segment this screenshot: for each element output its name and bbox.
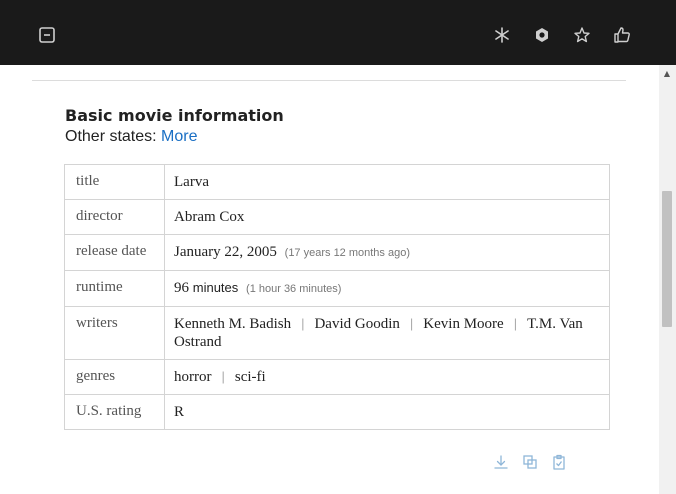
- writer: Kenneth M. Badish: [174, 316, 292, 332]
- separator: |: [409, 316, 414, 331]
- title-value: Larva: [164, 164, 610, 200]
- states-prefix: Other states:: [65, 128, 157, 145]
- runtime-cell: 96 minutes (1 hour 36 minutes): [164, 270, 610, 307]
- release-date-note: (17 years 12 months ago): [284, 247, 411, 259]
- scroll-up-icon[interactable]: ▲: [662, 68, 672, 78]
- row-key: title: [64, 164, 165, 200]
- table-row: writers Kenneth M. Badish | David Goodin | K…: [64, 306, 610, 360]
- release-date-cell: January 22, 2005 (17 years 12 months ago…: [164, 234, 610, 271]
- runtime-value: 96: [174, 280, 189, 296]
- row-key: director: [64, 199, 165, 235]
- table-row: U.S. rating R: [64, 394, 610, 430]
- writer: Kevin Moore: [423, 316, 504, 332]
- other-states: Other states: More: [65, 128, 198, 146]
- row-key: U.S. rating: [64, 394, 165, 430]
- writers-cell: Kenneth M. Badish | David Goodin | Kevin Moo…: [164, 306, 610, 360]
- section-heading: Basic movie information: [65, 106, 284, 125]
- release-date-value: January 22, 2005: [174, 244, 277, 260]
- row-key: release date: [64, 234, 165, 271]
- separator: |: [221, 369, 225, 384]
- runtime-unit: minutes: [192, 280, 239, 295]
- table-row: runtime 96 minutes (1 hour 36 minutes): [64, 270, 610, 307]
- movie-info-table: title Larva director Abram Cox release d…: [64, 164, 610, 430]
- download-icon[interactable]: [492, 453, 510, 471]
- asterisk-icon[interactable]: [490, 23, 514, 47]
- hexagon-icon[interactable]: [530, 23, 554, 47]
- scrollbar-thumb[interactable]: [662, 191, 672, 327]
- genre: horror: [174, 369, 212, 385]
- thumbs-up-icon[interactable]: [610, 23, 634, 47]
- minus-square-icon[interactable]: [35, 23, 59, 47]
- separator: |: [513, 316, 518, 331]
- row-key: runtime: [64, 270, 165, 307]
- writer: David Goodin: [314, 316, 400, 332]
- genre: sci-fi: [234, 369, 266, 385]
- genres-cell: horror | sci-fi: [164, 359, 610, 395]
- table-row: director Abram Cox: [64, 199, 610, 235]
- table-row: title Larva: [64, 164, 610, 200]
- rating-value: R: [164, 394, 610, 430]
- copy-icon[interactable]: [521, 453, 539, 471]
- row-key: genres: [64, 359, 165, 395]
- table-row: genres horror | sci-fi: [64, 359, 610, 395]
- row-key: writers: [64, 306, 165, 360]
- top-toolbar: [0, 0, 676, 65]
- more-link[interactable]: More: [161, 128, 197, 145]
- divider: [32, 80, 626, 81]
- star-icon[interactable]: [570, 23, 594, 47]
- table-row: release date January 22, 2005 (17 years …: [64, 234, 610, 271]
- clipboard-check-icon[interactable]: [550, 453, 568, 471]
- separator: |: [301, 316, 305, 331]
- director-value: Abram Cox: [164, 199, 610, 235]
- runtime-note: (1 hour 36 minutes): [246, 283, 342, 295]
